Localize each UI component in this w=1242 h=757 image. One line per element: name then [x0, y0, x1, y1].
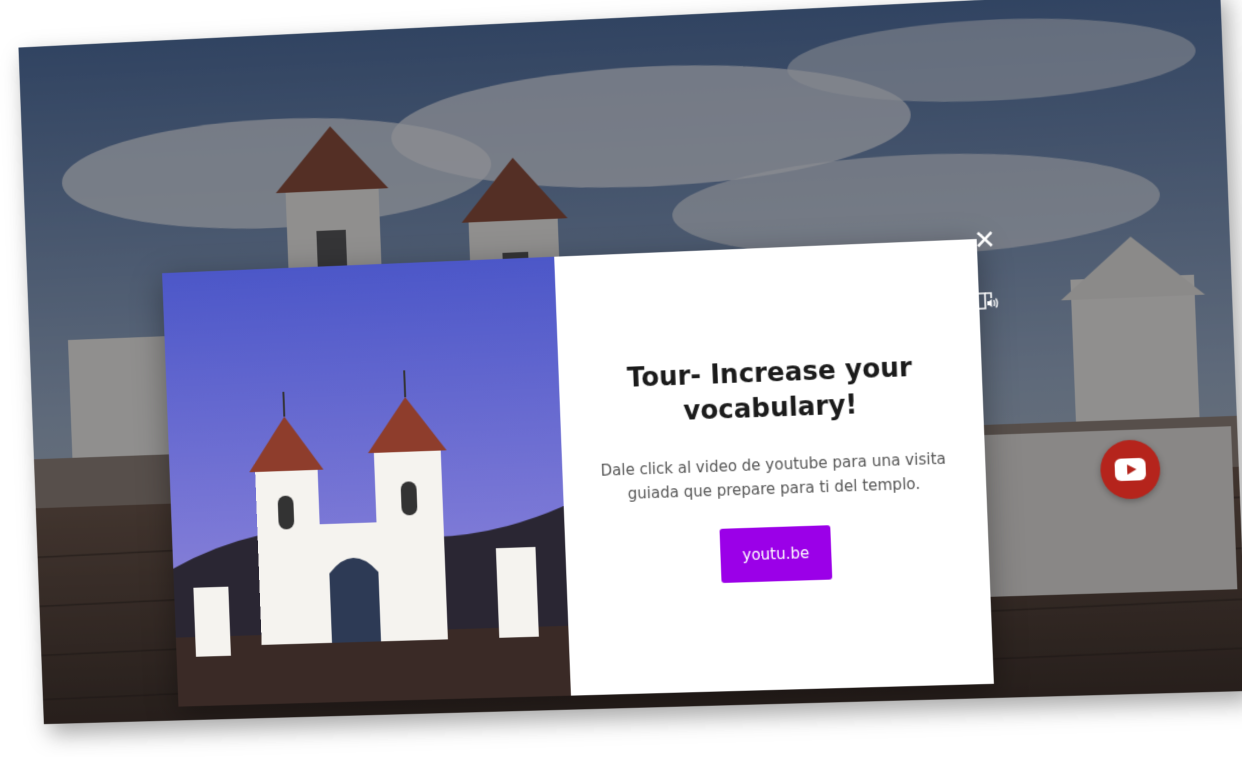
close-button[interactable]: ✕ — [966, 222, 1004, 260]
tour-viewer-screen: Tour- Increase your vocabulary! Dale cli… — [18, 0, 1242, 725]
modal-description: Dale click al video de youtube para una … — [600, 449, 947, 503]
youtube-play-icon — [1114, 457, 1147, 482]
church-photo — [162, 256, 571, 707]
audio-book-icon — [975, 290, 1000, 313]
modal-title: Tour- Increase your vocabulary! — [626, 352, 913, 427]
youtube-link-button[interactable]: youtu.be — [719, 525, 833, 584]
audio-description-button[interactable] — [968, 282, 1006, 320]
tour-modal: Tour- Increase your vocabulary! Dale cli… — [162, 238, 994, 707]
close-icon: ✕ — [973, 225, 997, 257]
modal-content-panel: Tour- Increase your vocabulary! Dale cli… — [554, 238, 994, 696]
